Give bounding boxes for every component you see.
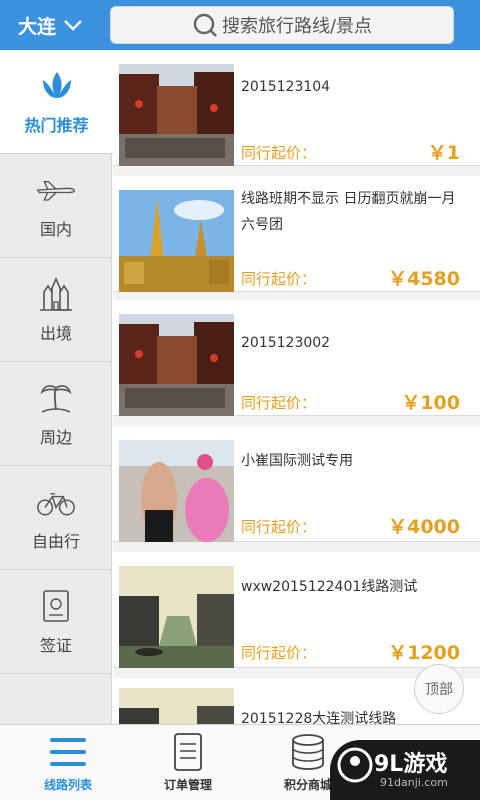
price-label: 同行起价：: [241, 394, 317, 412]
sidebar-item-label: 出境: [39, 323, 72, 343]
water-town-photo: [119, 566, 234, 668]
tab-order-management[interactable]: 订单管理: [128, 725, 248, 800]
sidebar-item-domestic[interactable]: 国内: [0, 154, 112, 258]
sidebar-item-label: 热门推荐: [24, 115, 89, 135]
carnival-dancers-photo: [119, 440, 234, 542]
list-icon: [50, 738, 86, 766]
sidebar-item-nearby[interactable]: 周边: [0, 362, 112, 466]
top-bar: 大连 搜索旅行路线/景点: [0, 0, 480, 50]
list-item[interactable]: 2015123104 同行起价： ￥1: [113, 50, 480, 166]
search-icon: [193, 13, 217, 37]
city-label: 大连: [18, 15, 57, 38]
tab-route-list[interactable]: 线路列表: [8, 725, 128, 800]
palm-tree-icon: [40, 384, 72, 413]
watermark-url: 91danji.com: [380, 776, 448, 789]
route-price: ￥1200: [388, 642, 460, 664]
list-item[interactable]: wxw2015122401线路测试 同行起价： ￥1200: [113, 552, 480, 668]
coin-stack-icon: [292, 734, 324, 770]
search-placeholder: 搜索旅行路线/景点: [221, 16, 373, 37]
sidebar-item-label: 自由行: [31, 531, 80, 551]
sidebar-item-visa[interactable]: 签证: [0, 570, 112, 674]
brand-icon: [337, 747, 373, 783]
list-item[interactable]: 线路班期不显示 日历翻页就崩一月六号团 同行起价： ￥4580: [113, 176, 480, 292]
list-item[interactable]: 小崔国际测试专用 同行起价： ￥4000: [113, 426, 480, 542]
castle-icon: [40, 276, 72, 311]
route-title: 2015123002: [241, 335, 331, 351]
route-title: 线路班期不显示 日历翻页就崩一月六号团: [241, 191, 456, 233]
watermark-brand: 9L游戏: [374, 752, 448, 777]
document-icon: [174, 733, 202, 771]
sidebar-item-label: 周边: [39, 427, 72, 447]
route-price: ￥100: [401, 392, 460, 414]
route-price: ￥4000: [388, 516, 460, 538]
route-title: 小崔国际测试专用: [241, 453, 353, 469]
sidebar-item-label: 国内: [39, 219, 72, 239]
route-list[interactable]: 2015123104 同行起价： ￥1 线路班期不显示 日历翻页就崩一月六号团 …: [113, 50, 480, 724]
price-label: 同行起价：: [241, 270, 317, 288]
passport-icon: [43, 589, 69, 622]
list-item[interactable]: 2015123002 同行起价： ￥100: [113, 300, 480, 416]
sidebar-item-label: 签证: [39, 635, 72, 655]
route-title: 2015123104: [241, 79, 331, 95]
price-label: 同行起价：: [241, 518, 317, 536]
chevron-down-icon: [64, 20, 82, 31]
price-label: 同行起价：: [241, 644, 317, 662]
lotus-icon: [42, 71, 71, 98]
tab-label: 积分商城: [283, 778, 332, 792]
price-label: 同行起价：: [241, 144, 317, 162]
sidebar-item-hot[interactable]: 热门推荐: [0, 50, 113, 154]
route-price: ￥1: [427, 142, 460, 164]
city-selector[interactable]: 大连: [18, 0, 84, 50]
ancient-street-photo: [119, 314, 234, 416]
sidebar-item-free-travel[interactable]: 自由行: [0, 466, 112, 570]
back-to-top-button[interactable]: 顶部: [414, 664, 464, 714]
search-input[interactable]: 搜索旅行路线/景点: [110, 6, 454, 44]
airplane-icon: [36, 180, 76, 201]
golden-pagoda-photo: [119, 190, 234, 292]
tab-label: 线路列表: [43, 778, 92, 792]
route-price: ￥4580: [388, 268, 460, 290]
water-town-photo: [119, 688, 234, 724]
sidebar-item-outbound[interactable]: 出境: [0, 258, 112, 362]
watermark-logo: 9L游戏 91danji.com: [330, 740, 480, 800]
route-title: wxw2015122401线路测试: [241, 579, 418, 595]
category-sidebar: 热门推荐 国内 出境 周边 自由行 签证: [0, 50, 113, 724]
tab-label: 订单管理: [163, 778, 212, 792]
bicycle-icon: [37, 492, 75, 515]
ancient-street-photo: [119, 64, 234, 166]
